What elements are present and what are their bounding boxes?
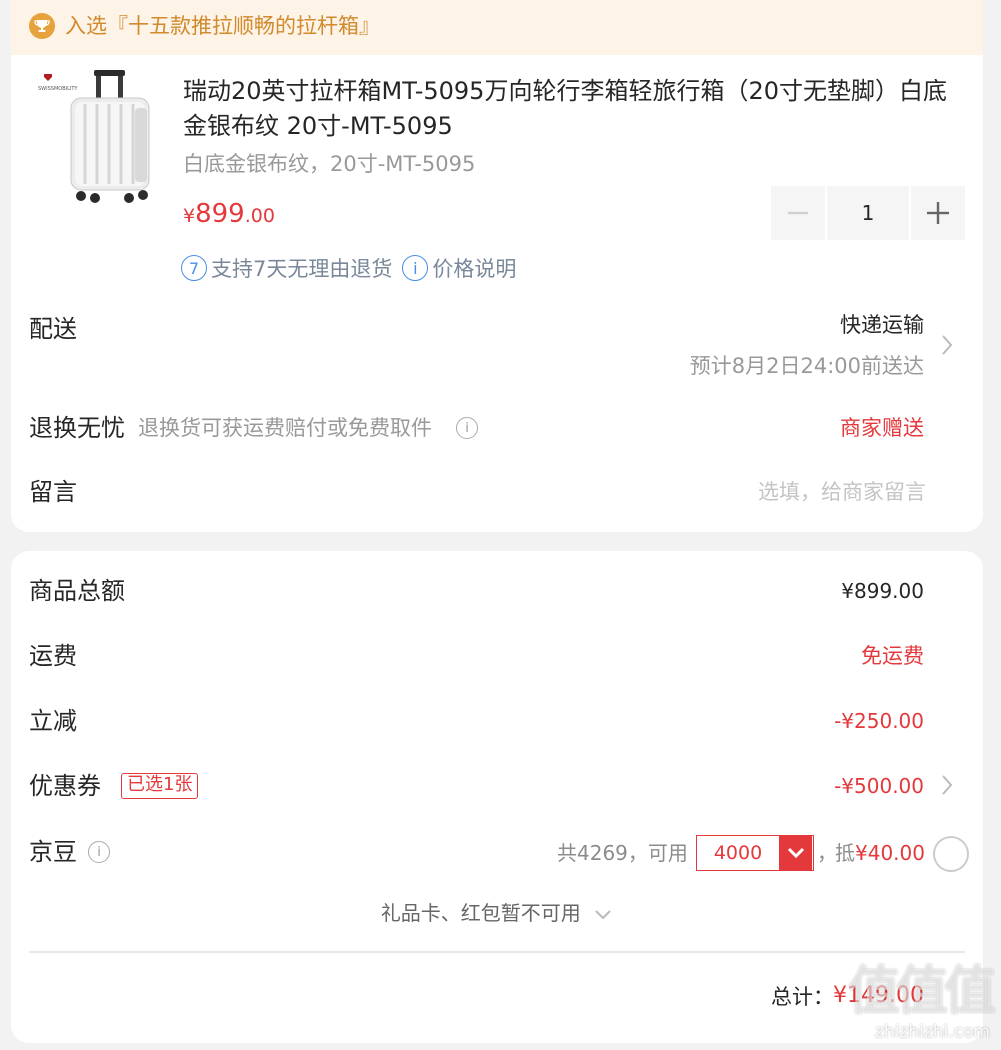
ranking-banner-text: 入选『十五款推拉顺畅的拉杆箱』	[65, 14, 380, 38]
minus-icon	[788, 211, 808, 215]
quantity-stepper: 1	[771, 186, 965, 240]
product-spec: 白底金银布纹，20寸-MT-5095	[183, 152, 476, 176]
return-guarantee-label: 退换无忧	[29, 414, 125, 442]
gift-card-note[interactable]: 礼品卡、红包暂不可用	[11, 898, 983, 928]
message-label: 留言	[29, 478, 77, 506]
ranking-banner[interactable]: 入选『十五款推拉顺畅的拉杆箱』	[11, 0, 983, 55]
price-integer: 899	[195, 199, 245, 229]
plus-icon	[927, 202, 949, 224]
delivery-method[interactable]: 快递运输	[840, 310, 924, 340]
delivery-label: 配送	[29, 315, 77, 343]
seven-day-return-text[interactable]: 支持7天无理由退货	[211, 253, 392, 283]
coupon-selected-badge: 已选1张	[121, 773, 199, 799]
watermark-url: zhizhizhi.com	[875, 1022, 990, 1042]
product-price: ¥899.00	[183, 196, 275, 235]
quantity-value[interactable]: 1	[827, 186, 909, 240]
info-icon: i	[402, 255, 429, 281]
info-icon[interactable]: i	[456, 417, 478, 439]
divider	[29, 951, 965, 953]
product-title[interactable]: 瑞动20英寸拉杆箱MT-5095万向轮行李箱轻旅行箱（20寸无垫脚）白底金银布纹…	[183, 74, 958, 144]
service-row: 7 支持7天无理由退货 i 价格说明	[181, 253, 516, 283]
subtotal-value: ¥899.00	[841, 579, 924, 603]
jd-beans-separator: ，	[817, 841, 837, 865]
jd-beans-deduction: 抵¥40.00	[835, 838, 925, 868]
watermark-logo: 值值值	[847, 962, 996, 1022]
product-image[interactable]: SWISSMOBILITY	[33, 68, 165, 208]
return-guarantee-description: 退换货可获运费赔付或免费取件	[138, 416, 432, 440]
jd-beans-deduction-amount: ¥40.00	[855, 841, 925, 865]
quantity-decrease-button[interactable]	[771, 186, 825, 240]
chevron-right-icon[interactable]	[940, 773, 954, 797]
jd-beans-selected-value[interactable]: 4000	[697, 836, 779, 870]
chevron-down-icon[interactable]	[593, 908, 613, 922]
coupon-label[interactable]: 优惠券	[29, 770, 101, 802]
instant-discount-label: 立减	[29, 707, 77, 735]
price-decimal: .00	[244, 205, 275, 227]
watermark: 值值值 zhizhizhi.com	[822, 962, 998, 1046]
jd-beans-total: 共4269，可用	[557, 841, 688, 865]
jd-beans-use-radio[interactable]	[933, 836, 969, 872]
gift-card-note-text: 礼品卡、红包暂不可用	[380, 901, 581, 925]
brand-logo-text: SWISSMOBILITY	[38, 86, 78, 92]
info-icon[interactable]: i	[88, 841, 110, 863]
instant-discount-value: -¥250.00	[834, 709, 924, 733]
shipping-label: 运费	[29, 642, 77, 670]
delivery-eta[interactable]: 预计8月2日24:00前送达	[690, 351, 924, 381]
message-input[interactable]	[611, 477, 926, 507]
jd-beans-label: 京豆	[29, 838, 77, 866]
quantity-increase-button[interactable]	[911, 186, 965, 240]
shipping-value: 免运费	[861, 644, 924, 668]
jd-beans-amount-select[interactable]: 4000	[696, 835, 814, 871]
chevron-down-icon[interactable]	[779, 836, 812, 870]
coupon-value[interactable]: -¥500.00	[834, 771, 924, 801]
order-item-card: 入选『十五款推拉顺畅的拉杆箱』 SWISSMOBILITY 瑞动20英寸拉杆箱M…	[11, 0, 983, 532]
subtotal-label: 商品总额	[29, 577, 125, 605]
trophy-icon	[29, 13, 55, 39]
price-info-link[interactable]: 价格说明	[432, 253, 516, 283]
merchant-gift-label: 商家赠送	[840, 416, 924, 440]
price-currency: ¥	[183, 205, 196, 227]
jd-beans-deduction-prefix: 抵	[835, 841, 855, 865]
brand-logo-icon: SWISSMOBILITY	[38, 74, 78, 92]
chevron-right-icon[interactable]	[940, 333, 954, 357]
seven-day-return-icon: 7	[181, 255, 207, 281]
